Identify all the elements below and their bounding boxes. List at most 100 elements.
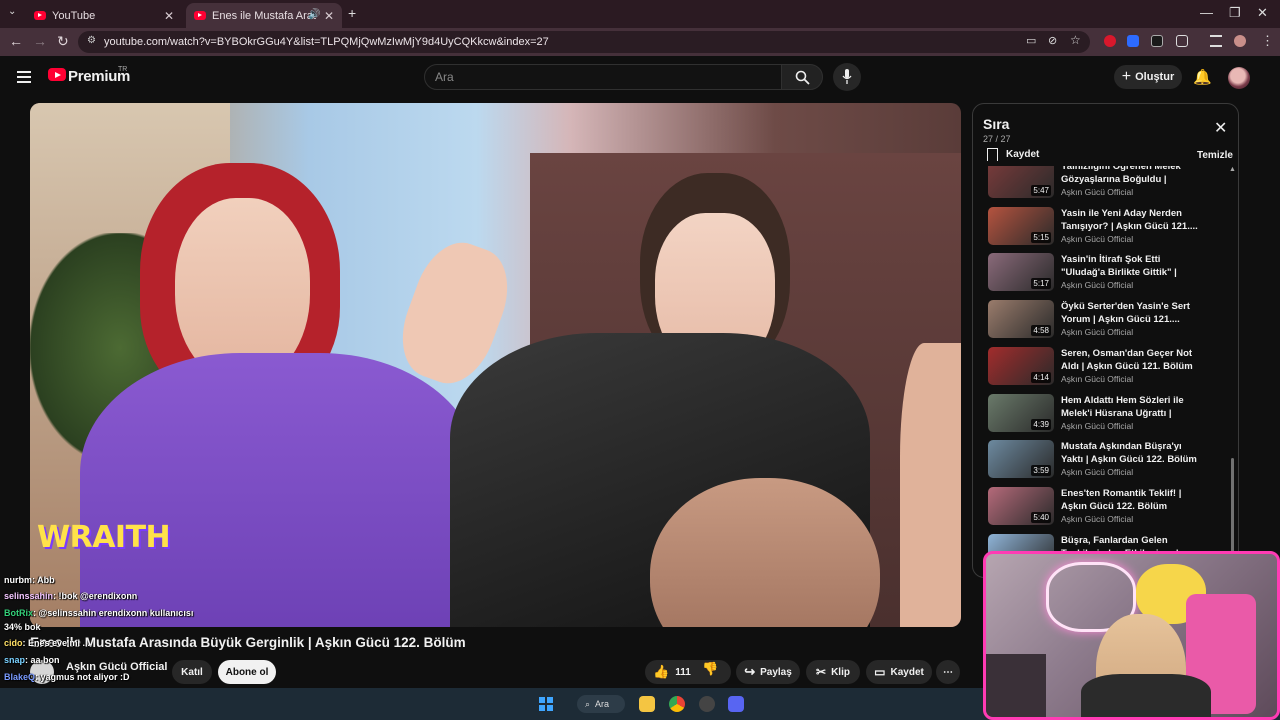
speaker-icon[interactable]: 🔊 <box>308 9 320 20</box>
reload-icon[interactable]: ↻ <box>57 33 69 50</box>
queue-item[interactable]: 5:47 Yalnızlığını Öğrenen Melek Gözyaşlar… <box>988 166 1224 206</box>
queue-item-title[interactable]: Öykü Serter'den Yasin'e Sert Yorum | Aşk… <box>1061 300 1201 326</box>
restore-button[interactable]: ❐ <box>1229 5 1241 21</box>
queue-item-title[interactable]: Yasin ile Yeni Aday Nerden Tanışıyor? | … <box>1061 207 1201 233</box>
discord-icon[interactable] <box>728 696 744 712</box>
forward-arrow-icon[interactable]: → <box>33 33 47 49</box>
chat-username[interactable]: snap <box>4 655 25 665</box>
queue-item-thumbnail[interactable]: 3:59 <box>988 440 1054 479</box>
obs-icon[interactable] <box>699 696 715 712</box>
webcam-overlay <box>983 551 1280 720</box>
chat-username[interactable]: BlakeQ <box>4 672 35 682</box>
queue-item-thumbnail[interactable]: 5:17 <box>988 253 1054 292</box>
extension-blue-icon[interactable] <box>1127 35 1139 47</box>
queue-save-button[interactable]: Kaydet <box>987 148 1039 161</box>
clip-label: Klip <box>831 666 850 678</box>
new-tab-button[interactable]: + <box>348 5 356 21</box>
notifications-bell-icon[interactable]: 🔔 <box>1193 68 1212 86</box>
queue-item[interactable]: 4:39 Hem Aldattı Hem Sözleri ile Melek'i … <box>988 393 1224 440</box>
back-arrow-icon[interactable]: ← <box>9 33 23 49</box>
queue-item-title[interactable]: Mustafa Aşkından Büşra'yı Yaktı | Aşkın … <box>1061 440 1201 466</box>
queue-item-thumbnail[interactable]: 4:14 <box>988 346 1054 385</box>
subscribe-button[interactable]: Abone ol <box>218 660 276 684</box>
chat-message: 34% bok <box>4 622 41 632</box>
queue-item[interactable]: 4:14 Seren, Osman'dan Geçer Not Aldı | Aş… <box>988 346 1224 393</box>
close-icon[interactable]: ✕ <box>164 9 174 23</box>
close-icon[interactable]: ✕ <box>1214 118 1227 138</box>
queue-item-duration: 4:58 <box>1031 325 1051 337</box>
close-window-button[interactable]: ✕ <box>1257 5 1268 21</box>
queue-item[interactable]: 5:15 Yasin ile Yeni Aday Nerden Tanışıyor… <box>988 206 1224 253</box>
queue-item-title[interactable]: Seren, Osman'dan Geçer Not Aldı | Aşkın … <box>1061 347 1201 373</box>
queue-panel: Sıra 27 / 27 ✕ Kaydet Temizle 5:47 Yalnız… <box>972 103 1239 578</box>
tab-youtube[interactable]: YouTube ✕ <box>26 3 182 28</box>
plus-icon: + <box>1121 68 1132 85</box>
url-bar[interactable]: ⚙ youtube.com/watch?v=BYBOkrGGu4Y&list=T… <box>78 31 1090 53</box>
queue-item-title[interactable]: Yalnızlığını Öğrenen Melek Gözyaşlarına … <box>1061 166 1201 186</box>
clip-button[interactable]: ✂ Klip <box>806 660 860 684</box>
taskbar-search[interactable]: ⌕ Ara <box>577 695 625 713</box>
share-label: Paylaş <box>760 666 792 678</box>
queue-item[interactable]: 5:40 Enes'ten Romantik Teklif! | Aşkın Gü… <box>988 486 1224 533</box>
queue-item-thumbnail[interactable]: 5:15 <box>988 206 1054 245</box>
tab-active-video[interactable]: Enes ile Mustafa Arasında B 🔊 ✕ <box>186 3 342 28</box>
queue-item[interactable]: 5:17 Yasin'in İtirafı Şok Etti "Uludağ'a … <box>988 253 1224 299</box>
create-button[interactable]: + Oluştur <box>1114 65 1182 89</box>
windows-start-icon[interactable] <box>539 697 553 711</box>
queue-item-title[interactable]: Yasin'in İtirafı Şok Etti "Uludağ'a Birl… <box>1061 253 1201 279</box>
chat-text: : Abb <box>32 575 55 585</box>
profile-avatar[interactable] <box>1234 35 1246 47</box>
search-button[interactable] <box>781 64 823 90</box>
tab-search-icon[interactable] <box>1210 35 1222 47</box>
queue-item-title[interactable]: Hem Aldattı Hem Sözleri ile Melek'i Hüsr… <box>1061 394 1201 420</box>
close-icon[interactable]: ✕ <box>324 9 334 23</box>
like-icon[interactable]: 👍 <box>653 664 669 680</box>
menu-dots-icon[interactable]: ⋮ <box>1261 33 1274 49</box>
queue-clear-button[interactable]: Temizle <box>1197 150 1233 161</box>
extension-red-icon[interactable] <box>1104 35 1116 47</box>
save-button[interactable]: ▭ Kaydet <box>866 660 932 684</box>
tab-title: Enes ile Mustafa Arasında B <box>212 9 316 22</box>
bookmark-star-icon[interactable]: ☆ <box>1070 33 1081 47</box>
save-label: Kaydet <box>890 666 924 678</box>
chrome-icon[interactable] <box>669 696 685 712</box>
streamer-shirt <box>1081 674 1211 717</box>
chat-username[interactable]: nurbm <box>4 575 32 585</box>
queue-scrollbar-thumb[interactable] <box>1231 458 1234 558</box>
queue-item-duration: 4:14 <box>1031 371 1051 383</box>
menu-icon[interactable] <box>17 71 31 83</box>
voice-search-button[interactable] <box>833 63 861 91</box>
youtube-logo-icon[interactable] <box>48 68 66 81</box>
queue-item[interactable]: 4:58 Öykü Serter'den Yasin'e Sert Yorum |… <box>988 300 1224 346</box>
queue-item-thumbnail[interactable]: 5:40 <box>988 486 1054 525</box>
queue-item-thumbnail[interactable]: 5:47 <box>988 166 1054 198</box>
extension-dark-icon[interactable] <box>1151 35 1163 47</box>
queue-item[interactable]: 3:59 Mustafa Aşkından Büşra'yı Yaktı | Aş… <box>988 440 1224 486</box>
account-avatar[interactable] <box>1228 67 1250 89</box>
like-dislike-group: 👍 111 👎 <box>645 660 731 684</box>
scroll-up-icon[interactable]: ▲ <box>1229 166 1236 173</box>
minimize-button[interactable]: — <box>1200 5 1213 20</box>
chat-username[interactable]: selinssahin <box>4 591 53 601</box>
more-actions-button[interactable]: ⋯ <box>936 660 960 684</box>
queue-item-thumbnail[interactable]: 4:58 <box>988 300 1054 339</box>
chat-username[interactable]: cido <box>4 638 23 648</box>
hide-icon[interactable]: ⊘ <box>1048 34 1057 47</box>
tab-list-button[interactable]: ⌄ <box>8 6 16 17</box>
search-placeholder: Ara <box>435 70 454 84</box>
share-button[interactable]: ↪ Paylaş <box>736 660 800 684</box>
queue-item-title[interactable]: Enes'ten Romantik Teklif! | Aşkın Gücü 1… <box>1061 487 1201 513</box>
search-input[interactable]: Ara <box>424 64 782 90</box>
join-button[interactable]: Katıl <box>172 660 212 684</box>
dislike-icon[interactable]: 👎 <box>702 661 718 677</box>
chat-username[interactable]: BotRix <box>4 608 33 618</box>
queue-scrollbar[interactable]: ▲ <box>1229 166 1236 576</box>
queue-item-duration: 4:39 <box>1031 418 1051 430</box>
queue-item-channel: Aşkın Gücü Official <box>1061 467 1134 478</box>
site-info-icon[interactable]: ⚙ <box>87 35 96 46</box>
queue-item-thumbnail[interactable]: 4:39 <box>988 393 1054 432</box>
extensions-puzzle-icon[interactable] <box>1176 35 1188 47</box>
cast-icon[interactable]: ▭ <box>1026 34 1036 47</box>
like-count[interactable]: 111 <box>675 667 691 678</box>
file-explorer-icon[interactable] <box>639 696 655 712</box>
